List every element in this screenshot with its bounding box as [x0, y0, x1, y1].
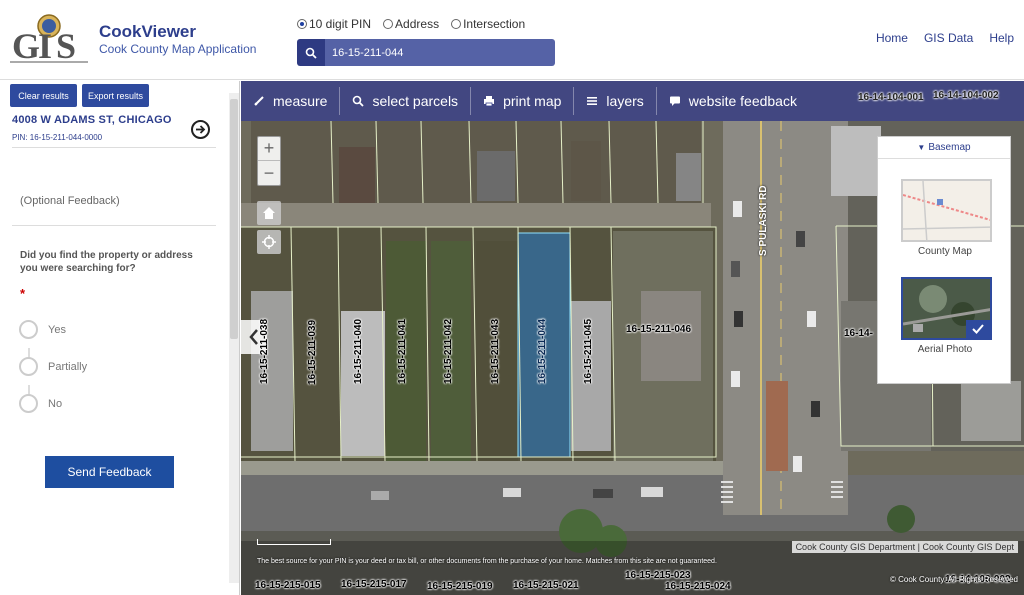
required-indicator: *: [20, 286, 26, 301]
print-map-tool[interactable]: print map: [471, 81, 573, 121]
measure-tool[interactable]: measure: [241, 81, 339, 121]
search-type-options: 10 digit PIN Address Intersection: [297, 17, 531, 31]
radio-icon[interactable]: [383, 19, 394, 29]
divider: [12, 147, 216, 148]
caret-down-icon: ▼: [917, 143, 926, 152]
parcel-label: 16-15-215-017: [341, 579, 407, 590]
svg-text:I: I: [38, 26, 52, 66]
nav-home-link[interactable]: Home: [876, 31, 908, 45]
search-icon: [353, 95, 365, 107]
parcel-label: 16-15-211-046: [626, 324, 692, 335]
arrow-right-icon: [196, 125, 206, 134]
ruler-icon: [254, 96, 264, 106]
header: G I S CookViewer Cook County Map Applica…: [0, 0, 1024, 80]
copyright-text: © Cook County. All Rights Reserved: [889, 575, 1018, 584]
basemap-toggle[interactable]: ▼ Basemap: [878, 137, 1010, 159]
locate-button[interactable]: [257, 230, 281, 254]
crosshair-icon: [262, 235, 276, 249]
radio-icon[interactable]: [19, 357, 38, 376]
list-icon: [587, 97, 598, 105]
pin-disclaimer: The best source for your PIN is your dee…: [257, 557, 717, 565]
gis-logo[interactable]: G I S: [8, 10, 90, 66]
select-parcels-tool[interactable]: select parcels: [340, 81, 470, 121]
zoom-control: + −: [257, 136, 281, 186]
parcel-label: 16-14-104-002: [933, 90, 999, 101]
search-button[interactable]: [297, 39, 325, 66]
search-option-address[interactable]: Address: [383, 17, 439, 31]
clear-results-button[interactable]: Clear results: [10, 84, 77, 107]
basemap-county-map[interactable]: [901, 179, 992, 242]
search-input[interactable]: [325, 39, 555, 66]
results-panel: Clear results Export results 4008 W ADAM…: [0, 81, 240, 595]
basemap-panel: ▼ Basemap County Map Aerial Photo: [877, 136, 1011, 384]
basemap-label: County Map: [918, 246, 972, 257]
zoom-in-button[interactable]: +: [258, 137, 280, 161]
parcel-label: 16-14-104-001: [858, 92, 924, 103]
parcel-label: 16-15-211-039: [307, 319, 318, 385]
parcel-label: 16-15-211-042: [443, 318, 454, 384]
parcel-label: 16-15-215-015: [255, 580, 321, 591]
zoom-out-button[interactable]: −: [258, 161, 280, 185]
top-nav: Home GIS Data Help: [876, 31, 1014, 45]
zoom-to-result-button[interactable]: [191, 120, 210, 139]
app-subtitle: Cook County Map Application: [99, 42, 257, 56]
export-results-button[interactable]: Export results: [82, 84, 149, 107]
selected-parcel-label: 16-15-211-044: [537, 318, 548, 384]
choice-yes[interactable]: Yes: [19, 320, 66, 339]
choice-partially[interactable]: Partially: [19, 357, 87, 376]
parcel-label: 16-15-211-043: [490, 318, 501, 384]
parcel-label: 16-15-211-045: [583, 318, 594, 384]
svg-text:S: S: [56, 26, 76, 66]
svg-text:G: G: [12, 26, 40, 66]
parcel-label: 16-15-215-021: [513, 580, 579, 591]
basemap-aerial-photo[interactable]: [901, 277, 992, 340]
result-address[interactable]: 4008 W ADAMS ST, CHICAGO: [12, 114, 172, 126]
website-feedback-tool[interactable]: website feedback: [657, 81, 809, 121]
radio-icon[interactable]: [19, 394, 38, 413]
parcel-label: 16-15-211-040: [353, 318, 364, 384]
layers-tool[interactable]: layers: [574, 81, 655, 121]
map-view[interactable]: measure select parcels print map layers …: [241, 81, 1024, 595]
home-extent-button[interactable]: [257, 201, 281, 225]
nav-gis-data-link[interactable]: GIS Data: [924, 31, 973, 45]
app-title: CookViewer: [99, 22, 197, 41]
comment-icon: [669, 96, 680, 106]
search-box: [297, 39, 555, 66]
search-option-intersection[interactable]: Intersection: [451, 17, 525, 31]
feedback-question: Did you find the property or address you…: [20, 250, 193, 274]
radio-icon[interactable]: [19, 320, 38, 339]
radio-icon[interactable]: [451, 19, 462, 29]
parcel-label: 16-15-211-038: [259, 318, 270, 384]
divider: [12, 225, 216, 226]
optional-feedback-field[interactable]: (Optional Feedback): [20, 195, 120, 207]
choice-no[interactable]: No: [19, 394, 62, 413]
check-icon: [966, 320, 990, 338]
nav-help-link[interactable]: Help: [989, 31, 1014, 45]
result-pin: PIN: 16-15-211-044-0000: [12, 133, 103, 142]
parcel-label: 16-14-: [844, 328, 873, 339]
home-icon: [263, 207, 275, 219]
parcel-label: 16-15-215-023: [625, 570, 691, 581]
radio-selected-icon[interactable]: [297, 19, 307, 29]
parcel-label: 16-15-215-019: [427, 581, 493, 592]
search-option-pin[interactable]: 10 digit PIN: [297, 17, 371, 31]
search-icon: [305, 47, 317, 59]
basemap-label: Aerial Photo: [917, 344, 973, 355]
panel-scrollbar[interactable]: [229, 93, 239, 583]
street-label: S PULASKI RD: [758, 185, 769, 256]
parcel-label: 16-15-211-041: [397, 318, 408, 384]
scale-bar: [257, 539, 331, 545]
send-feedback-button[interactable]: Send Feedback: [45, 456, 174, 488]
printer-icon: [484, 96, 495, 107]
scroll-thumb[interactable]: [230, 99, 238, 339]
parcel-label: 16-15-215-024: [665, 581, 731, 592]
